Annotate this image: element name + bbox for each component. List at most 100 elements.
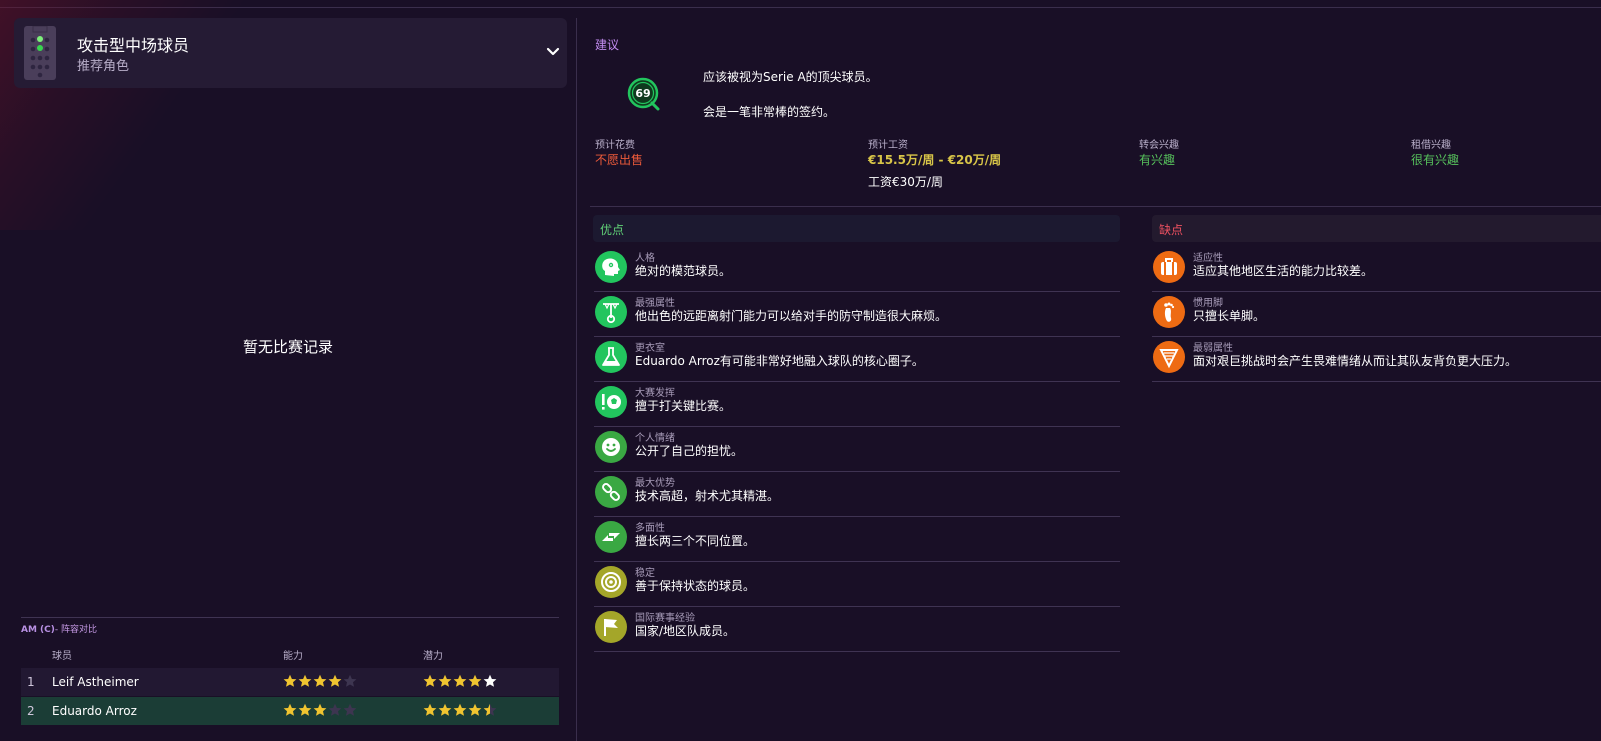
pitch-position-icon [24, 26, 56, 80]
role-subtitle: 推荐角色 [77, 59, 130, 74]
item-text: 他出色的远距离射门能力可以给对手的防守制造很大麻烦。 [635, 309, 948, 323]
pros-label: 优点 [600, 223, 625, 237]
wage-high: €20 [947, 153, 973, 167]
pros-item: 人格 绝对的模范球员。 [594, 247, 1120, 292]
flask-icon [595, 341, 627, 373]
transfer-interest: 转会兴趣 有兴趣 [1139, 139, 1179, 168]
ability-stars [283, 674, 357, 688]
cons-label: 缺点 [1159, 223, 1184, 237]
chevron-down-icon[interactable] [544, 42, 562, 60]
estimated-fee: 预计花费 不愿出售 [595, 139, 643, 168]
star-icon [283, 674, 297, 687]
star-icon [343, 703, 357, 716]
star-icon [313, 703, 327, 716]
transfer-value: 有兴趣 [1139, 153, 1176, 167]
ability-stars [283, 703, 357, 717]
smiley-icon [595, 431, 627, 463]
star-icon [328, 674, 342, 687]
star-icon [483, 703, 497, 716]
item-text: 善于保持状态的球员。 [635, 579, 756, 593]
player-name[interactable]: Eduardo Arroz [52, 704, 137, 718]
head-icon [595, 251, 627, 283]
star-icon [423, 703, 437, 716]
item-text: 公开了自己的担忧。 [635, 444, 744, 458]
star-icon [343, 674, 357, 687]
rating-value: 69 [635, 87, 650, 100]
current-wage: 工资€30万/周 [868, 175, 943, 189]
item-text: 技术高超，射术尤其精湛。 [635, 489, 780, 503]
player-name[interactable]: Leif Astheimer [52, 675, 139, 689]
item-text: 擅于打关键比赛。 [635, 399, 732, 413]
cons-header: 缺点 [1152, 215, 1601, 242]
row-number: 2 [27, 704, 35, 718]
cons-item: 惯用脚 只擅长单脚。 [1152, 292, 1601, 337]
pros-item: 最大优势 技术高超，射术尤其精湛。 [594, 472, 1120, 517]
role-title: 攻击型中场球员 [77, 36, 190, 55]
wage-value: €15.5万/周 - €20万/周 [868, 152, 1001, 168]
wage-label: 预计工资 [868, 140, 908, 151]
star-icon [313, 674, 327, 687]
star-icon [483, 674, 497, 687]
shield-icon [1153, 341, 1185, 373]
panel-divider [576, 18, 577, 741]
column-header-potential[interactable]: 潜力 [423, 647, 443, 662]
shooting-target-icon [595, 296, 627, 328]
foot-icon [1153, 296, 1185, 328]
cons-item: 最弱属性 面对艰巨挑战时会产生畏难情绪从而让其队友背负更大压力。 [1152, 337, 1601, 382]
pros-item: 国际赛事经验 国家/地区队成员。 [594, 607, 1120, 652]
flag-icon [595, 611, 627, 643]
cons-item: 适应性 适应其他地区生活的能力比较差。 [1152, 247, 1601, 292]
item-divider [594, 651, 1120, 652]
star-icon [283, 703, 297, 716]
item-text: 绝对的模范球员。 [635, 264, 732, 278]
bullseye-icon [595, 566, 627, 598]
wage-unit: 万/周 [905, 153, 935, 167]
star-icon [453, 674, 467, 687]
comparison-divider [21, 617, 559, 618]
potential-stars [423, 703, 497, 717]
squad-comparison-title: AM (C)- 阵容对比 [21, 622, 97, 635]
pros-item: 稳定 善于保持状态的球员。 [594, 562, 1120, 607]
star-icon [438, 674, 452, 687]
arrows-icon [595, 521, 627, 553]
recommended-role-card[interactable]: 攻击型中场球员 推荐角色 [14, 18, 567, 88]
section-divider [590, 206, 1601, 207]
pros-item: 大赛发挥 擅于打关键比赛。 [594, 382, 1120, 427]
transfer-label: 转会兴趣 [1139, 140, 1179, 151]
loan-interest: 租借兴趣 很有兴趣 [1411, 139, 1459, 168]
magnifier-rating-icon: 69 [627, 77, 660, 111]
item-text: 适应其他地区生活的能力比较差。 [1193, 264, 1374, 278]
pros-item: 更衣室 Eduardo Arroz有可能非常好地融入球队的核心圈子。 [594, 337, 1120, 382]
pros-header: 优点 [593, 215, 1120, 242]
star-icon [298, 703, 312, 716]
pros-item: 个人情绪 公开了自己的担忧。 [594, 427, 1120, 472]
wage-low: €15.5 [868, 153, 906, 167]
table-row[interactable]: 1 Leif Astheimer [21, 668, 559, 696]
top-divider [0, 7, 1601, 8]
advice-label: 建议 [595, 38, 620, 52]
wage-dash: - [934, 153, 948, 167]
item-text: 只擅长单脚。 [1193, 309, 1266, 323]
comparison-title-text: - 阵容对比 [54, 625, 97, 635]
star-icon [298, 674, 312, 687]
item-text: 国家/地区队成员。 [635, 624, 736, 638]
pros-item: 多面性 擅长两三个不同位置。 [594, 517, 1120, 562]
column-header-player[interactable]: 球员 [52, 647, 72, 662]
no-match-history-text: 暂无比赛记录 [242, 338, 333, 356]
column-header-ability[interactable]: 能力 [283, 647, 303, 662]
loan-value: 很有兴趣 [1411, 153, 1460, 167]
row-number: 1 [27, 675, 35, 689]
star-icon [468, 674, 482, 687]
star-icon [468, 703, 482, 716]
pros-item: 最强属性 他出色的远距离射门能力可以给对手的防守制造很大麻烦。 [594, 292, 1120, 337]
item-text: 擅长两三个不同位置。 [635, 534, 756, 548]
star-icon [423, 674, 437, 687]
ball-exclamation-icon [595, 386, 627, 418]
star-icon [438, 703, 452, 716]
comparison-position: AM (C) [21, 625, 55, 635]
chain-icon [595, 476, 627, 508]
star-icon [453, 703, 467, 716]
table-row[interactable]: 2 Eduardo Arroz [21, 697, 559, 725]
item-divider [1152, 381, 1601, 382]
loan-label: 租借兴趣 [1411, 140, 1451, 151]
